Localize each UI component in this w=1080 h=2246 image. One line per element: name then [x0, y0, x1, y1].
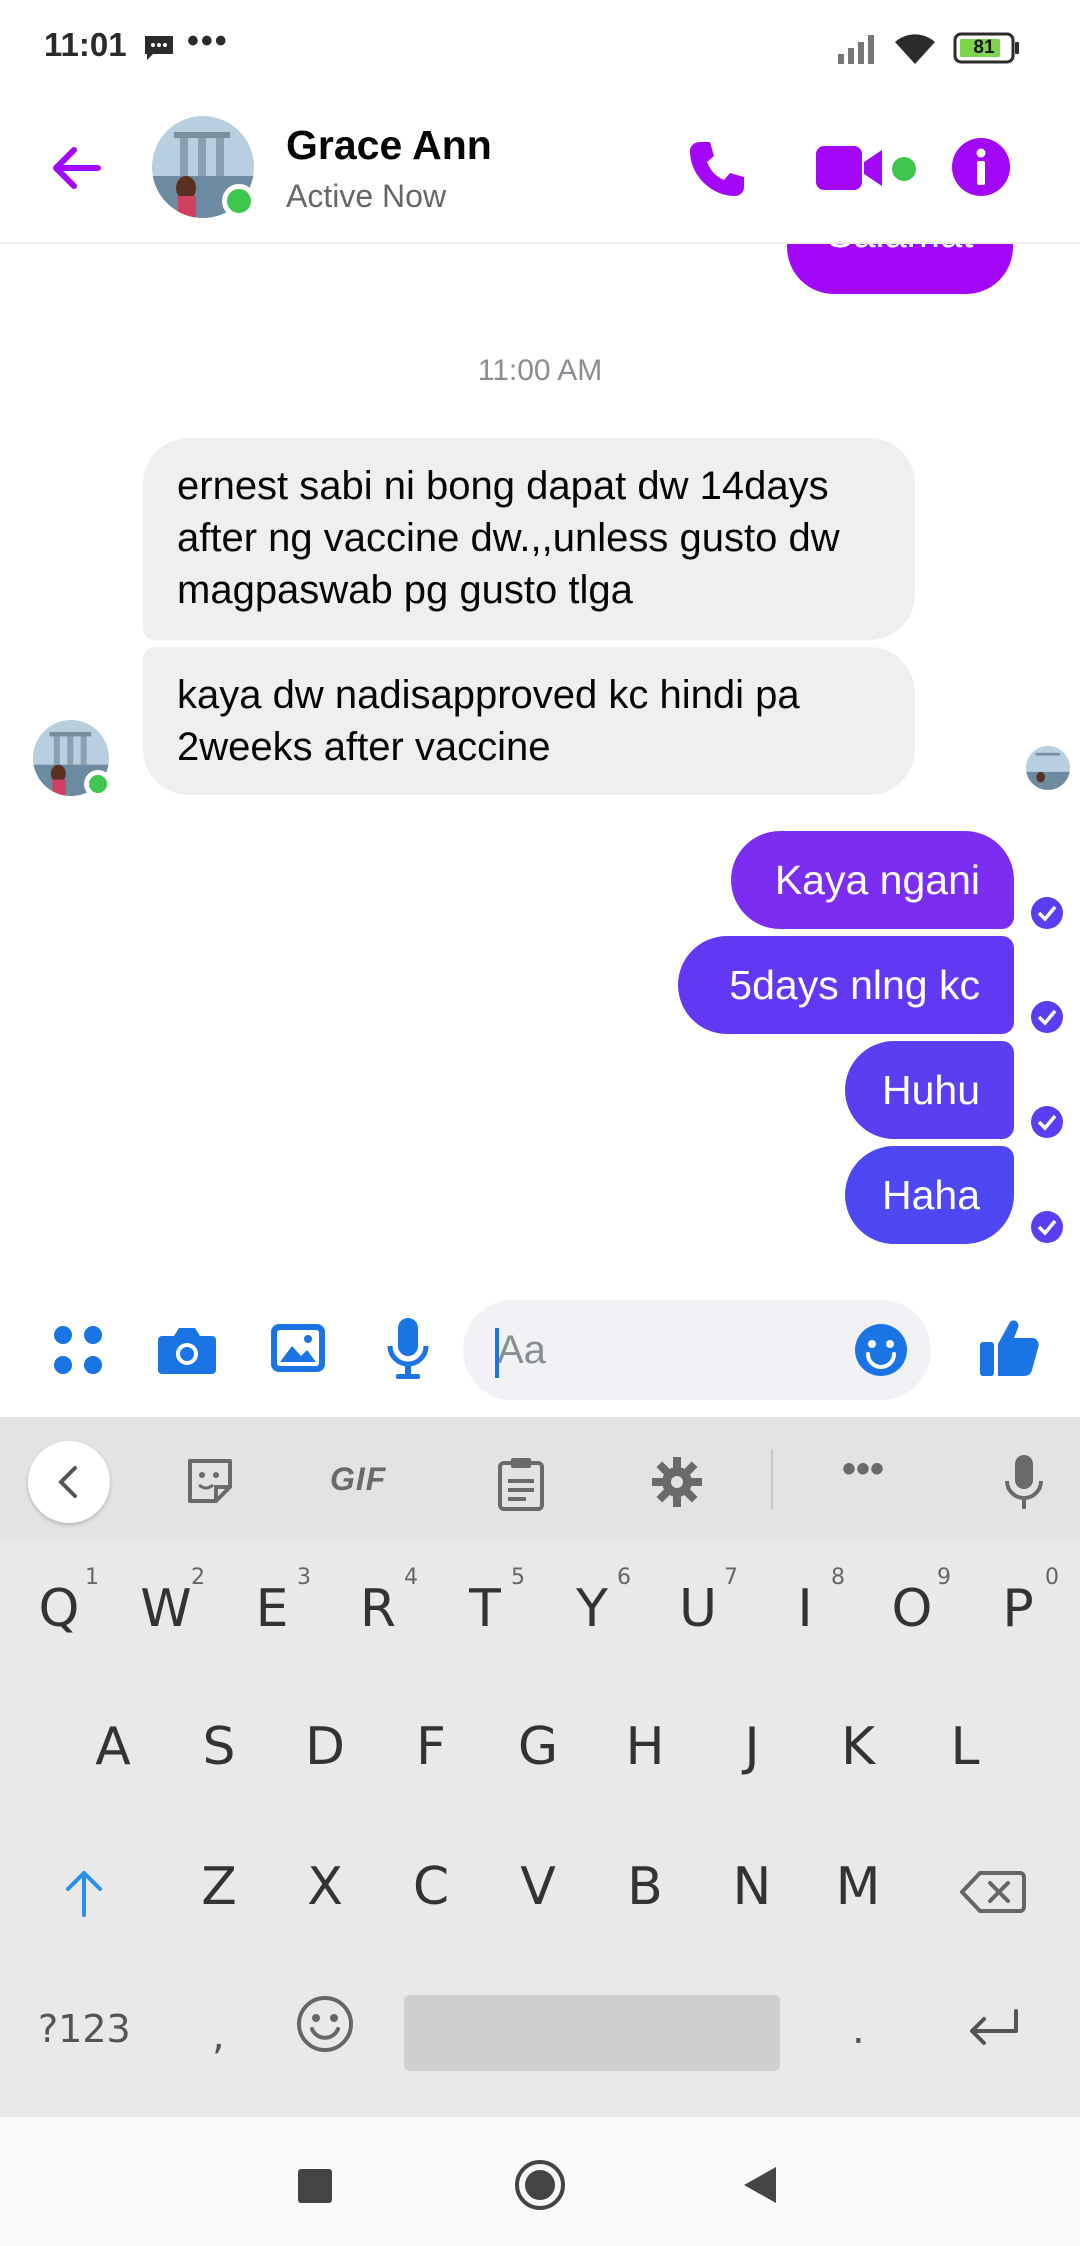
- message-text: ernest sabi ni bong dapat dw 14days afte…: [177, 464, 840, 612]
- battery-level: 81: [973, 37, 995, 58]
- key-j[interactable]: J: [707, 1717, 797, 1777]
- keyboard: GIF ••• Q W E R T Y U I O P 1 2 3 4 5 6 …: [0, 1417, 1080, 2117]
- online-indicator: [84, 770, 112, 798]
- key-hint: 9: [937, 1565, 951, 1590]
- seen-by-avatar: [1026, 746, 1070, 790]
- key-d[interactable]: D: [280, 1717, 370, 1777]
- home-circle-icon[interactable]: [514, 2159, 566, 2211]
- key-m[interactable]: M: [813, 1857, 903, 1917]
- keyboard-collapse-button[interactable]: [28, 1441, 110, 1523]
- status-time: 11:01: [44, 26, 127, 63]
- outgoing-message-bubble[interactable]: Huhu: [845, 1041, 1014, 1139]
- chevron-left-icon: [58, 1466, 77, 1498]
- key-hint: 1: [85, 1565, 99, 1590]
- enter-key-icon[interactable]: [964, 2007, 1022, 2051]
- space-bar[interactable]: [404, 1995, 780, 2071]
- info-icon[interactable]: [950, 136, 1012, 198]
- keyboard-toolbar: GIF •••: [0, 1417, 1080, 1541]
- signal-icon: [838, 35, 874, 64]
- online-indicator: [222, 184, 256, 218]
- delivered-check-icon: [1031, 1001, 1063, 1033]
- outgoing-message-bubble[interactable]: Kaya ngani: [731, 831, 1014, 929]
- video-call-icon[interactable]: [814, 140, 886, 196]
- contact-name[interactable]: Grace Ann: [286, 122, 492, 169]
- back-arrow-icon[interactable]: [44, 136, 108, 200]
- key-n[interactable]: N: [707, 1857, 797, 1917]
- key-hint: 5: [511, 1565, 525, 1590]
- key-l[interactable]: L: [920, 1717, 1010, 1777]
- more-options-icon[interactable]: •••: [842, 1447, 884, 1492]
- back-triangle-icon[interactable]: [742, 2165, 778, 2205]
- incoming-message-bubble[interactable]: ernest sabi ni bong dapat dw 14days afte…: [143, 438, 915, 640]
- wifi-icon: [895, 34, 935, 64]
- text-cursor: [495, 1328, 499, 1378]
- delivered-check-icon: [1031, 1211, 1063, 1243]
- emoji-icon[interactable]: [853, 1322, 909, 1378]
- key-hint: 4: [404, 1565, 418, 1590]
- message-text: Haha: [881, 1172, 980, 1218]
- key-hint: 3: [297, 1565, 311, 1590]
- chat-header: Grace Ann Active Now: [0, 96, 1080, 244]
- message-text: Kaya ngani: [774, 857, 980, 903]
- symbols-key[interactable]: ?123: [38, 2007, 131, 2051]
- camera-icon[interactable]: [156, 1320, 218, 1378]
- key-c[interactable]: C: [386, 1857, 476, 1917]
- key-hint: 8: [831, 1565, 845, 1590]
- key-hint: 0: [1045, 1565, 1059, 1590]
- comma-key[interactable]: ,: [212, 2013, 225, 2059]
- key-f[interactable]: F: [386, 1717, 476, 1777]
- outgoing-message-bubble[interactable]: Haha: [845, 1146, 1014, 1244]
- message-icon: [145, 36, 173, 60]
- microphone-icon[interactable]: [384, 1316, 432, 1382]
- delivered-check-icon: [1031, 1106, 1063, 1138]
- backspace-icon[interactable]: [960, 1869, 1026, 1915]
- emoji-key-icon[interactable]: [296, 1995, 354, 2053]
- key-h[interactable]: H: [600, 1717, 690, 1777]
- system-navigation-bar: [0, 2117, 1080, 2246]
- key-hint: 6: [617, 1565, 631, 1590]
- key-a[interactable]: A: [68, 1717, 158, 1777]
- contact-status: Active Now: [286, 178, 447, 214]
- gallery-icon[interactable]: [268, 1320, 328, 1376]
- key-g[interactable]: G: [493, 1717, 583, 1777]
- video-active-dot: [892, 157, 916, 181]
- key-x[interactable]: X: [280, 1857, 370, 1917]
- gif-button[interactable]: GIF: [330, 1461, 386, 1498]
- more-actions-icon[interactable]: [50, 1322, 106, 1378]
- voice-input-icon[interactable]: [1003, 1453, 1045, 1513]
- phone-call-icon[interactable]: [684, 136, 750, 202]
- sticker-icon[interactable]: [184, 1455, 236, 1507]
- incoming-message-bubble[interactable]: kaya dw nadisapproved kc hindi pa 2weeks…: [143, 647, 915, 795]
- message-text: 5days nlng kc: [729, 962, 980, 1008]
- settings-gear-icon[interactable]: [650, 1455, 704, 1509]
- toolbar-divider: [771, 1449, 773, 1509]
- key-z[interactable]: Z: [174, 1857, 264, 1917]
- key-b[interactable]: B: [600, 1857, 690, 1917]
- key-hint: 2: [191, 1565, 205, 1590]
- delivered-check-icon: [1031, 897, 1063, 929]
- key-v[interactable]: V: [493, 1857, 583, 1917]
- status-bar: 11:01 ••• 81: [0, 0, 1080, 96]
- message-composer: [0, 1290, 1080, 1410]
- outgoing-message-bubble[interactable]: 5days nlng kc: [678, 936, 1014, 1034]
- shift-arrow-icon[interactable]: [62, 1869, 106, 1917]
- thumbs-up-icon[interactable]: [976, 1314, 1042, 1380]
- key-k[interactable]: K: [813, 1717, 903, 1777]
- period-key[interactable]: .: [852, 2007, 865, 2053]
- message-timestamp: 11:00 AM: [477, 354, 603, 387]
- key-s[interactable]: S: [174, 1717, 264, 1777]
- more-notifications-icon: •••: [187, 22, 229, 60]
- clipboard-icon[interactable]: [496, 1455, 546, 1511]
- recents-square-icon[interactable]: [298, 2169, 332, 2203]
- message-text: kaya dw nadisapproved kc hindi pa 2weeks…: [177, 673, 800, 769]
- message-text: Huhu: [881, 1067, 980, 1113]
- key-hint: 7: [724, 1565, 738, 1590]
